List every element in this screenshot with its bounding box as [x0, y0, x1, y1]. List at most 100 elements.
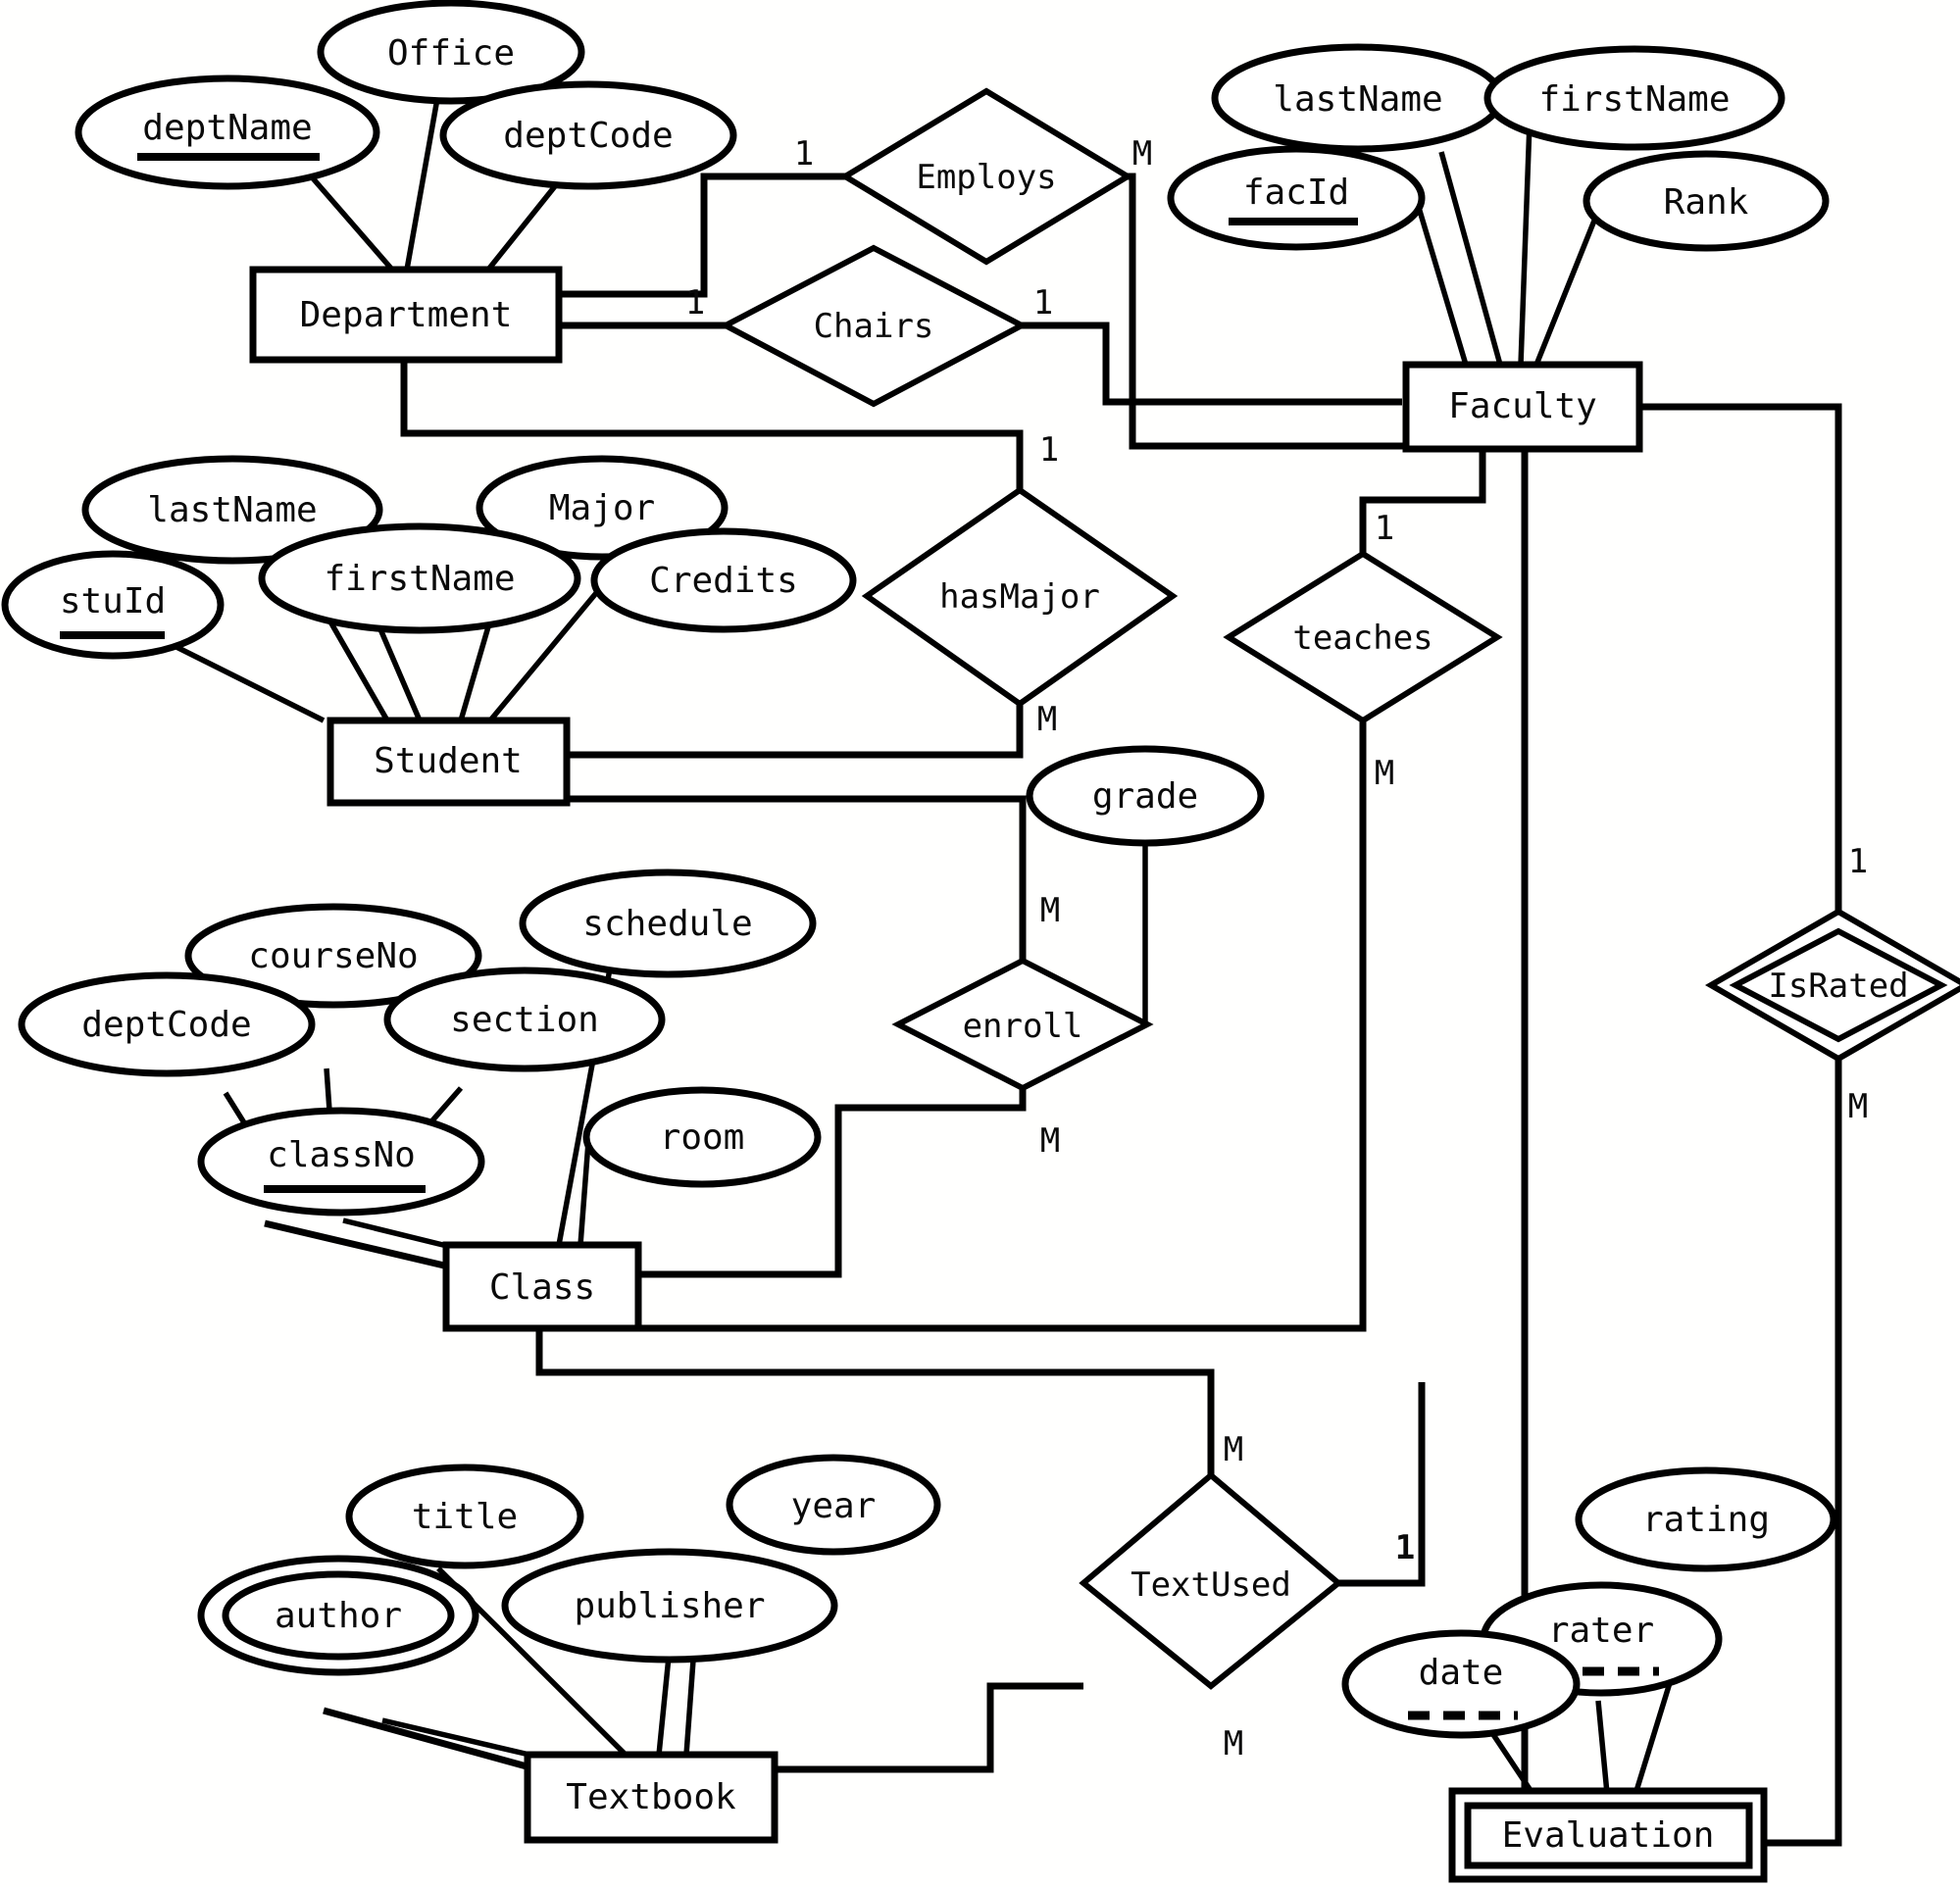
attribute-deptname-label: deptName: [142, 108, 312, 148]
attribute-faculty-lastname-label: lastName: [1273, 79, 1442, 120]
relationship-teaches[interactable]: teaches: [1223, 550, 1503, 724]
cardinality-chairs-left: 1: [685, 283, 705, 323]
relationship-israted[interactable]: IsRated: [1704, 908, 1960, 1063]
er-diagram-canvas: Office deptName deptCode Department Empl…: [0, 0, 1960, 1887]
cardinality-enroll-bottom: M: [1040, 1121, 1060, 1161]
er-diagram-svg: Office deptName deptCode Department Empl…: [1, 0, 1960, 1883]
entity-student-label: Student: [374, 741, 523, 781]
cardinality-chairs-right: 1: [1033, 283, 1053, 323]
relationship-israted-label: IsRated: [1768, 967, 1908, 1006]
relationship-enroll[interactable]: enroll: [891, 957, 1154, 1092]
entity-evaluation-label: Evaluation: [1502, 1815, 1715, 1856]
attribute-author-multivalued[interactable]: author: [197, 1555, 479, 1676]
cardinality-enroll-top: M: [1040, 891, 1060, 930]
cardinality-teaches-top: 1: [1375, 509, 1394, 548]
cardinality-textused-top: M: [1224, 1430, 1243, 1469]
entity-group-student: lastName Major stuId firstName Credits S…: [1, 455, 857, 807]
attribute-major-label: Major: [549, 488, 655, 528]
attribute-room-label: room: [660, 1117, 745, 1158]
attribute-credits[interactable]: Credits: [590, 527, 857, 633]
line-class-textused: [535, 1314, 1215, 1475]
attribute-office-label: Office: [387, 33, 515, 74]
relationship-enroll-label: enroll: [963, 1007, 1083, 1046]
line-office-department: [404, 92, 441, 271]
attribute-facid-label: facId: [1243, 173, 1349, 213]
relationship-chairs[interactable]: Chairs: [719, 244, 1029, 408]
cardinality-textused-right: 1: [1395, 1528, 1415, 1567]
attribute-rating[interactable]: rating: [1575, 1466, 1837, 1572]
attribute-section[interactable]: section: [383, 967, 666, 1072]
entity-class[interactable]: Class: [442, 1241, 642, 1332]
entity-textbook[interactable]: Textbook: [524, 1751, 779, 1844]
line-faclastname-faculty: [1438, 151, 1503, 366]
line-student-hasmajor: [567, 704, 1024, 759]
line-rank-faculty: [1533, 209, 1601, 367]
attribute-facid[interactable]: facId: [1167, 145, 1426, 251]
cardinality-hasmajor-top: 1: [1039, 430, 1059, 470]
cardinality-israted-bottom: M: [1848, 1087, 1868, 1126]
line-facid-faculty: [1414, 200, 1469, 366]
attribute-rank-label: Rank: [1664, 182, 1749, 223]
entity-student[interactable]: Student: [327, 717, 571, 807]
line-classno-class-2: [264, 1219, 462, 1273]
attribute-student-firstname[interactable]: firstName: [258, 522, 581, 634]
entity-department-label: Department: [300, 295, 513, 335]
relationship-textused[interactable]: TextUsed: [1079, 1471, 1343, 1690]
relationship-hasmajor-label: hasMajor: [939, 577, 1100, 617]
attribute-year-label: year: [791, 1486, 877, 1526]
attribute-class-deptcode-label: deptCode: [81, 1005, 251, 1045]
line-israted-evaluation: [1760, 1059, 1842, 1847]
attribute-grade[interactable]: grade: [1026, 745, 1265, 847]
cardinality-employs-left: 1: [794, 134, 814, 174]
attribute-student-firstname-label: firstName: [324, 559, 515, 599]
attribute-title-label: title: [412, 1497, 518, 1537]
line-department-employs: [559, 173, 845, 298]
entity-group-department: Office deptName deptCode Department: [75, 0, 737, 364]
attribute-publisher-label: publisher: [574, 1586, 765, 1626]
attribute-stuid[interactable]: stuId: [1, 550, 225, 660]
attribute-date-label: date: [1419, 1653, 1504, 1693]
entity-textbook-label: Textbook: [566, 1777, 736, 1817]
line-facfirstname-faculty: [1518, 122, 1533, 366]
attribute-year[interactable]: year: [726, 1454, 941, 1556]
relationship-employs[interactable]: Employs: [839, 87, 1133, 266]
relationship-textused-label: TextUsed: [1131, 1565, 1291, 1605]
attribute-faculty-firstname[interactable]: firstName: [1483, 45, 1785, 151]
entity-faculty-label: Faculty: [1448, 386, 1597, 426]
entity-class-label: Class: [489, 1267, 595, 1308]
attribute-courseno-label: courseNo: [248, 936, 418, 976]
entity-department[interactable]: Department: [249, 266, 563, 364]
attribute-deptname[interactable]: deptName: [75, 74, 380, 190]
attribute-rater-label: rater: [1548, 1611, 1654, 1651]
attribute-class-deptcode[interactable]: deptCode: [18, 971, 316, 1077]
entity-faculty[interactable]: Faculty: [1402, 361, 1643, 453]
cardinality-hasmajor-bottom: M: [1037, 700, 1057, 739]
attribute-rank[interactable]: Rank: [1583, 150, 1830, 252]
attribute-deptcode-label: deptCode: [503, 116, 673, 156]
relationship-employs-label: Employs: [916, 158, 1056, 197]
attribute-classno-label: classNo: [267, 1135, 416, 1175]
attribute-deptcode-department[interactable]: deptCode: [439, 80, 737, 190]
attribute-stuid-label: stuId: [60, 581, 166, 621]
attribute-section-label: section: [450, 1000, 599, 1040]
cardinality-teaches-bottom: M: [1375, 754, 1394, 793]
line-publisher-textbook: [656, 1656, 672, 1756]
line-room-class: [578, 1141, 591, 1246]
line-faculty-israted: [1639, 403, 1842, 912]
line-author-textbook-2: [323, 1707, 538, 1773]
attribute-date-partial-key[interactable]: date: [1341, 1629, 1581, 1739]
attribute-classno[interactable]: classNo: [197, 1107, 485, 1217]
cardinality-employs-right: M: [1132, 134, 1152, 174]
relationship-hasmajor[interactable]: hasMajor: [861, 486, 1179, 708]
attribute-room[interactable]: room: [582, 1086, 822, 1188]
entity-evaluation-weak[interactable]: Evaluation: [1448, 1787, 1768, 1883]
attribute-title[interactable]: title: [345, 1464, 584, 1569]
attribute-student-lastname-label: lastName: [147, 490, 317, 530]
attribute-grade-label: grade: [1092, 776, 1198, 817]
entity-group-textbook: year title author publisher Textbook: [197, 1454, 941, 1844]
attribute-faculty-lastname[interactable]: lastName: [1211, 43, 1505, 153]
line-textbook-textused: [775, 1682, 1083, 1773]
attribute-schedule[interactable]: schedule: [519, 869, 817, 978]
attribute-publisher[interactable]: publisher: [501, 1548, 838, 1664]
attribute-rating-label: rating: [1642, 1500, 1770, 1540]
